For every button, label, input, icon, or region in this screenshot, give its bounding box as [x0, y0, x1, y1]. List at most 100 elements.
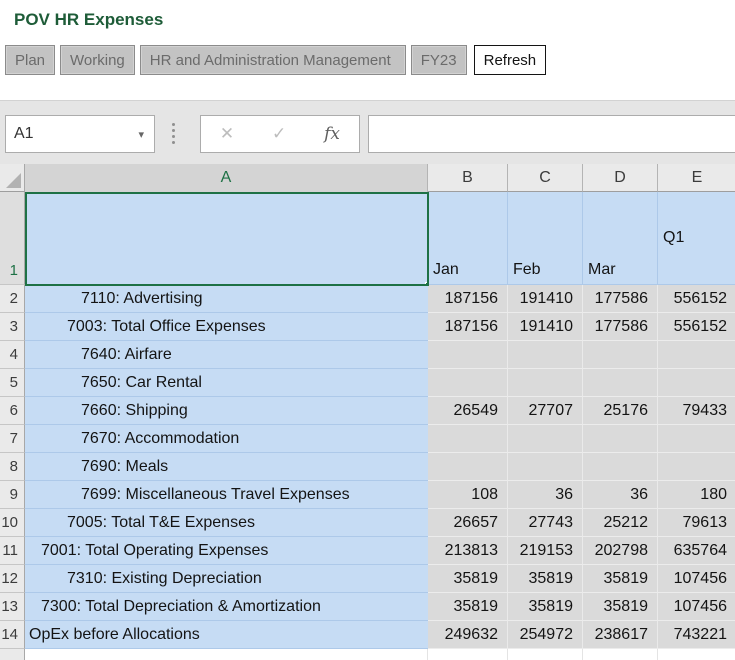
col-header-A[interactable]: A — [25, 164, 428, 192]
cell-E4[interactable] — [658, 341, 735, 369]
cell-B1[interactable]: Jan — [428, 192, 508, 285]
cell-E12[interactable]: 107456 — [658, 565, 735, 593]
cell-A6[interactable]: 7660: Shipping — [25, 397, 428, 425]
cell-A3[interactable]: 7003: Total Office Expenses — [25, 313, 428, 341]
cell-C15[interactable] — [508, 649, 583, 660]
col-header-B[interactable]: B — [428, 164, 508, 192]
cell-A14[interactable]: OpEx before Allocations — [25, 621, 428, 649]
cell-B3[interactable]: 187156 — [428, 313, 508, 341]
cell-B7[interactable] — [428, 425, 508, 453]
cell-E2[interactable]: 556152 — [658, 285, 735, 313]
cell-D12[interactable]: 35819 — [583, 565, 658, 593]
cell-B8[interactable] — [428, 453, 508, 481]
row-header-4[interactable]: 4 — [0, 341, 25, 369]
cell-B15[interactable] — [428, 649, 508, 660]
cell-C3[interactable]: 191410 — [508, 313, 583, 341]
refresh-button[interactable]: Refresh — [474, 45, 547, 75]
cell-D3[interactable]: 177586 — [583, 313, 658, 341]
cell-C8[interactable] — [508, 453, 583, 481]
row-header-7[interactable]: 7 — [0, 425, 25, 453]
cell-D5[interactable] — [583, 369, 658, 397]
cell-E7[interactable] — [658, 425, 735, 453]
cell-E13[interactable]: 107456 — [658, 593, 735, 621]
cell-E1[interactable]: Q1 — [658, 192, 735, 285]
cell-A9[interactable]: 7699: Miscellaneous Travel Expenses — [25, 481, 428, 509]
cell-A12[interactable]: 7310: Existing Depreciation — [25, 565, 428, 593]
name-box-dropdown-icon[interactable]: ▾ — [138, 128, 146, 141]
cell-C13[interactable]: 35819 — [508, 593, 583, 621]
row-header-1[interactable]: 1 — [0, 192, 25, 285]
cell-A8[interactable]: 7690: Meals — [25, 453, 428, 481]
cell-A11[interactable]: 7001: Total Operating Expenses — [25, 537, 428, 565]
cell-D15[interactable] — [583, 649, 658, 660]
cell-B11[interactable]: 213813 — [428, 537, 508, 565]
name-box[interactable]: A1 ▾ — [5, 115, 155, 153]
cell-B12[interactable]: 35819 — [428, 565, 508, 593]
row-header-3[interactable]: 3 — [0, 313, 25, 341]
cell-D11[interactable]: 202798 — [583, 537, 658, 565]
cell-B13[interactable]: 35819 — [428, 593, 508, 621]
cell-D13[interactable]: 35819 — [583, 593, 658, 621]
row-header-12[interactable]: 12 — [0, 565, 25, 593]
cell-A1[interactable] — [25, 192, 428, 285]
cell-C9[interactable]: 36 — [508, 481, 583, 509]
cell-C11[interactable]: 219153 — [508, 537, 583, 565]
cell-E11[interactable]: 635764 — [658, 537, 735, 565]
cell-A2[interactable]: 7110: Advertising — [25, 285, 428, 313]
cell-C6[interactable]: 27707 — [508, 397, 583, 425]
row-header-13[interactable]: 13 — [0, 593, 25, 621]
cell-E10[interactable]: 79613 — [658, 509, 735, 537]
cell-A15[interactable] — [25, 649, 428, 660]
cell-B14[interactable]: 249632 — [428, 621, 508, 649]
cell-A4[interactable]: 7640: Airfare — [25, 341, 428, 369]
cell-D6[interactable]: 25176 — [583, 397, 658, 425]
row-header-10[interactable]: 10 — [0, 509, 25, 537]
cell-E9[interactable]: 180 — [658, 481, 735, 509]
cell-B5[interactable] — [428, 369, 508, 397]
cell-D7[interactable] — [583, 425, 658, 453]
cell-E14[interactable]: 743221 — [658, 621, 735, 649]
cell-B10[interactable]: 26657 — [428, 509, 508, 537]
cell-D1[interactable]: Mar — [583, 192, 658, 285]
row-header-15[interactable] — [0, 649, 25, 660]
cell-D14[interactable]: 238617 — [583, 621, 658, 649]
cell-C7[interactable] — [508, 425, 583, 453]
cell-A13[interactable]: 7300: Total Depreciation & Amortization — [25, 593, 428, 621]
cell-D9[interactable]: 36 — [583, 481, 658, 509]
cell-D2[interactable]: 177586 — [583, 285, 658, 313]
cell-D4[interactable] — [583, 341, 658, 369]
cell-C14[interactable]: 254972 — [508, 621, 583, 649]
col-header-C[interactable]: C — [508, 164, 583, 192]
cell-E8[interactable] — [658, 453, 735, 481]
cell-E15[interactable] — [658, 649, 735, 660]
enter-icon[interactable]: ✓ — [272, 124, 286, 144]
cell-E6[interactable]: 79433 — [658, 397, 735, 425]
cell-B4[interactable] — [428, 341, 508, 369]
cell-C5[interactable] — [508, 369, 583, 397]
cell-D10[interactable]: 25212 — [583, 509, 658, 537]
cell-C10[interactable]: 27743 — [508, 509, 583, 537]
cell-D8[interactable] — [583, 453, 658, 481]
cancel-icon[interactable]: ✕ — [220, 124, 234, 144]
pov-button-entity[interactable]: HR and Administration Management — [140, 45, 406, 75]
pov-button-working[interactable]: Working — [60, 45, 135, 75]
row-header-2[interactable]: 2 — [0, 285, 25, 313]
cell-C12[interactable]: 35819 — [508, 565, 583, 593]
row-header-5[interactable]: 5 — [0, 369, 25, 397]
cell-B2[interactable]: 187156 — [428, 285, 508, 313]
pov-button-plan[interactable]: Plan — [5, 45, 55, 75]
cell-A7[interactable]: 7670: Accommodation — [25, 425, 428, 453]
row-header-14[interactable]: 14 — [0, 621, 25, 649]
cell-B9[interactable]: 108 — [428, 481, 508, 509]
insert-function-icon[interactable]: fx — [324, 124, 340, 144]
row-header-8[interactable]: 8 — [0, 453, 25, 481]
cell-B6[interactable]: 26549 — [428, 397, 508, 425]
select-all-corner[interactable] — [0, 164, 25, 192]
cell-E3[interactable]: 556152 — [658, 313, 735, 341]
col-header-D[interactable]: D — [583, 164, 658, 192]
cell-A10[interactable]: 7005: Total T&E Expenses — [25, 509, 428, 537]
col-header-E[interactable]: E — [658, 164, 735, 192]
cell-E5[interactable] — [658, 369, 735, 397]
cell-C1[interactable]: Feb — [508, 192, 583, 285]
row-header-6[interactable]: 6 — [0, 397, 25, 425]
